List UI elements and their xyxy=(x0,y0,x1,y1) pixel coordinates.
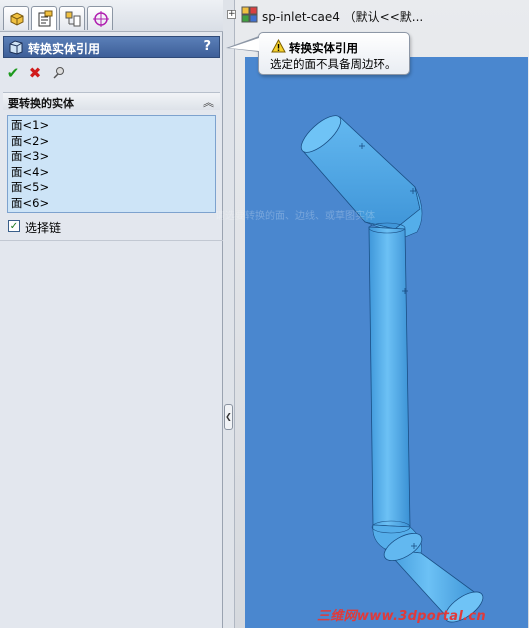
model-viewport[interactable]: 请选要转换的面、边线、或草图实体 三维网www.3dportal.cn xyxy=(215,57,528,628)
group-title: 要转换的实体 xyxy=(8,97,74,110)
warning-icon xyxy=(271,39,286,53)
convert-entities-icon xyxy=(9,40,23,55)
list-item[interactable]: 面<5> xyxy=(11,180,212,196)
tab-property-manager[interactable] xyxy=(31,6,57,30)
select-chain-label: 选择链 xyxy=(25,221,62,235)
watermark: 三维网www.3dportal.cn xyxy=(317,609,486,624)
collapse-panel-handle[interactable]: ❮ xyxy=(224,404,233,430)
tooltip-title: 转换实体引用 xyxy=(289,41,358,55)
graphics-area[interactable]: + sp-inlet-cae4 （默认<<默... 请选要转换的面、边线、或草图… xyxy=(215,0,529,628)
panel-title: 转换实体引用 xyxy=(28,42,101,56)
help-button[interactable]: ? xyxy=(203,39,211,54)
selected-faces-list[interactable]: 面<1> 面<2> 面<3> 面<4> 面<5> 面<6> xyxy=(7,115,216,213)
panel-title-bar: 转换实体引用 ? xyxy=(3,36,220,58)
manager-tabs xyxy=(0,0,223,32)
expand-icon[interactable]: + xyxy=(227,10,236,19)
tooltip: 转换实体引用 选定的面不具备周边环。 xyxy=(258,32,410,75)
pushpin-button[interactable] xyxy=(50,64,68,82)
collapse-icon[interactable]: ︽ xyxy=(203,94,214,110)
tab-configuration-manager[interactable] xyxy=(59,6,85,30)
list-item[interactable]: 面<2> xyxy=(11,134,212,150)
panel-splitter[interactable]: ❮ xyxy=(223,0,235,628)
configuration-manager-icon xyxy=(65,11,81,27)
pipe-model[interactable] xyxy=(245,57,528,628)
cancel-button[interactable]: ✖ xyxy=(26,64,44,82)
property-manager-panel: 转换实体引用 ? ✔ ✖ 要转换的实体 ︽ 面<1> 面<2> 面<3> 面<4… xyxy=(0,0,223,628)
part-name: sp-inlet-cae4 （默认<<默... xyxy=(262,10,424,24)
list-item[interactable]: 面<4> xyxy=(11,165,212,181)
list-item[interactable]: 面<6> xyxy=(11,196,212,212)
tab-feature-manager[interactable] xyxy=(3,6,29,30)
list-item[interactable]: 面<3> xyxy=(11,149,212,165)
divider xyxy=(0,240,223,241)
tab-dimxpert-manager[interactable] xyxy=(87,6,113,30)
feature-manager-icon xyxy=(10,12,24,26)
property-manager-icon xyxy=(38,10,53,27)
tooltip-pointer-fill xyxy=(229,38,259,51)
pushpin-icon xyxy=(53,67,64,79)
dimxpert-manager-icon xyxy=(93,11,109,27)
faded-prompt-text: 请选要转换的面、边线、或草图实体 xyxy=(215,211,375,222)
tooltip-message: 选定的面不具备周边环。 xyxy=(270,57,397,71)
checkbox-checkmark-icon[interactable]: ✓ xyxy=(8,220,20,232)
part-icon xyxy=(241,6,258,23)
list-item[interactable]: 面<1> xyxy=(11,118,212,134)
entities-group-header[interactable]: 要转换的实体 ︽ xyxy=(3,92,220,110)
ok-button[interactable]: ✔ xyxy=(4,64,22,82)
